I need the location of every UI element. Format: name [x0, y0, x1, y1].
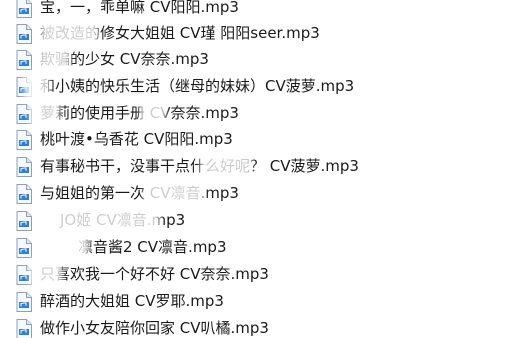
file-row[interactable]: 做作小女友陪你回家 CV叭橘.mp3	[0, 316, 520, 338]
file-name[interactable]: 醉酒的大姐姐 CV罗耶.mp3	[40, 290, 224, 312]
audio-file-icon	[16, 238, 32, 258]
file-row[interactable]: 凛音酱2 CV凛音.mp3	[0, 235, 520, 261]
file-row[interactable]: 欺骗的少女 CV奈奈.mp3	[0, 47, 520, 73]
file-row[interactable]: 醉酒的大姐姐 CV罗耶.mp3	[0, 289, 520, 315]
file-row[interactable]: 宝，一，乖单嘛 CV阳阳.mp3	[0, 0, 520, 21]
audio-file-icon	[16, 184, 32, 204]
audio-file-icon	[16, 104, 32, 124]
file-name[interactable]: 凛音酱2 CV凛音.mp3	[78, 236, 227, 258]
file-row[interactable]: 与姐姐的第一次 CV凛音.mp3	[0, 181, 520, 207]
file-name[interactable]: 欺骗的少女 CV奈奈.mp3	[40, 48, 209, 70]
audio-file-icon	[16, 292, 32, 312]
audio-file-icon	[16, 157, 32, 177]
file-row[interactable]: 桃叶渡•乌香花 CV阳阳.mp3	[0, 127, 520, 153]
audio-file-icon	[16, 211, 32, 231]
audio-file-icon	[16, 319, 32, 338]
audio-file-icon	[16, 24, 32, 44]
file-name[interactable]: 萝莉的使用手册 CV奈奈.mp3	[40, 102, 239, 124]
file-row[interactable]: 萝莉的使用手册 CV奈奈.mp3	[0, 101, 520, 127]
file-name[interactable]: 与姐姐的第一次 CV凛音.mp3	[40, 182, 239, 204]
file-name[interactable]: 做作小女友陪你回家 CV叭橘.mp3	[40, 317, 269, 338]
file-row[interactable]: 和小姨的快乐生活（继母的妹妹）CV菠萝.mp3	[0, 74, 520, 100]
file-name[interactable]: 被改造的修女大姐姐 CV瑾 阳阳seer.mp3	[40, 22, 320, 44]
audio-file-icon	[16, 50, 32, 70]
file-name[interactable]: 宝，一，乖单嘛 CV阳阳.mp3	[40, 0, 239, 18]
file-name[interactable]: 桃叶渡•乌香花 CV阳阳.mp3	[40, 128, 233, 150]
file-name[interactable]: JO姬 CV凛音.mp3	[60, 209, 185, 231]
file-row[interactable]: JO姬 CV凛音.mp3	[0, 208, 520, 234]
audio-file-icon	[16, 77, 32, 97]
file-row[interactable]: 有事秘书干，没事干点什么好呢？ CV菠萝.mp3	[0, 154, 520, 180]
file-name[interactable]: 有事秘书干，没事干点什么好呢？ CV菠萝.mp3	[40, 155, 359, 177]
audio-file-icon	[16, 130, 32, 150]
file-name[interactable]: 和小姨的快乐生活（继母的妹妹）CV菠萝.mp3	[40, 75, 354, 97]
file-name[interactable]: 只喜欢我一个好不好 CV奈奈.mp3	[40, 263, 269, 285]
file-list: 宝，一，乖单嘛 CV阳阳.mp3 被改造的修女大姐姐 CV瑾 阳阳seer.mp…	[0, 0, 520, 338]
file-row[interactable]: 被改造的修女大姐姐 CV瑾 阳阳seer.mp3	[0, 21, 520, 47]
file-row[interactable]: 只喜欢我一个好不好 CV奈奈.mp3	[0, 262, 520, 288]
audio-file-icon	[16, 265, 32, 285]
audio-file-icon	[16, 0, 32, 18]
